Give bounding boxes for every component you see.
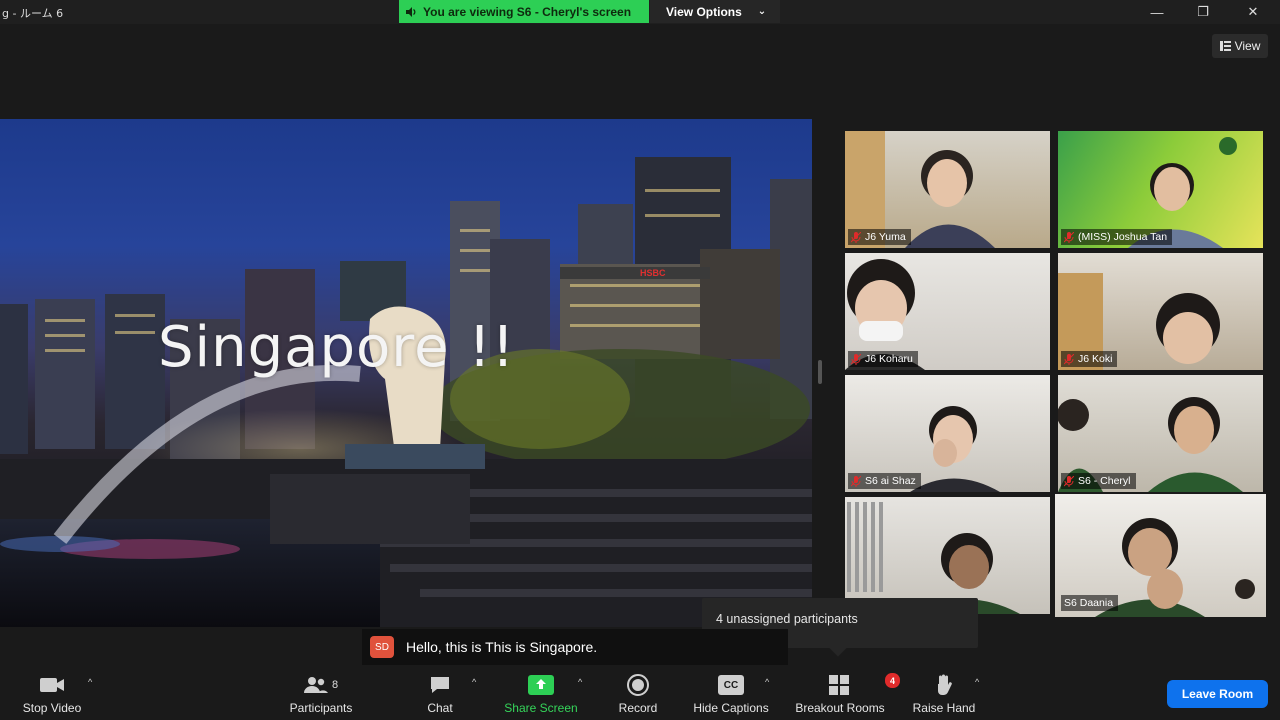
participant-name: S6 Daania [1064,597,1114,609]
participant-name-tag: J6 Yuma [848,229,911,245]
speaker-icon [406,6,416,17]
hsbc-sign: HSBC [640,268,666,278]
slide-title: Singapore !! [158,315,516,380]
participant-name-tag: S6 - Cheryl [1061,473,1136,489]
mic-muted-icon [1064,231,1074,243]
participant-video [847,502,1020,614]
participant-tile[interactable]: S6 ai Shaz [845,375,1050,492]
participant-tile[interactable]: S6 - Cheryl [1058,375,1263,492]
raise-hand-button[interactable]: Raise Hand [908,665,980,720]
participant-name-tag: S6 ai Shaz [848,473,921,489]
video-camera-icon [40,678,64,692]
participants-button[interactable]: 8 Participants [282,665,360,720]
participant-name: J6 Koharu [865,353,913,365]
reactions-options-caret-icon[interactable]: ^ [975,677,979,687]
close-icon: ✕ [1247,4,1259,19]
minimize-icon: — [1150,4,1164,20]
participant-name: J6 Koki [1078,353,1113,365]
tooltip-arrow [829,639,847,657]
view-layout-button[interactable]: View [1212,34,1268,58]
breakout-rooms-button[interactable]: 4 Breakout Rooms [788,665,900,720]
minimize-button[interactable]: — [1142,2,1172,22]
zoom-meeting-window: g - ルーム 6 You are viewing S6 - Cheryl's … [0,0,1280,720]
mic-muted-icon [851,475,861,487]
participant-tile-active-speaker[interactable]: S6 Daania [1055,494,1266,617]
grid-icon [1219,41,1231,51]
chat-options-caret-icon[interactable]: ^ [472,677,476,687]
close-button[interactable]: ✕ [1238,2,1268,22]
chat-icon [431,677,449,693]
unassigned-participants-text: 4 unassigned participants [716,612,858,626]
view-label: View [1234,39,1261,53]
participants-icon [303,677,328,693]
hide-captions-label: Hide Captions [693,701,769,715]
participant-tile[interactable]: J6 Yuma [845,131,1050,248]
raise-hand-label: Raise Hand [912,701,976,715]
captions-options-caret-icon[interactable]: ^ [765,677,769,687]
mic-muted-icon [851,353,861,365]
viewing-banner-text: You are viewing S6 - Cheryl's screen [423,4,632,19]
hide-captions-button[interactable]: CC Hide Captions [686,665,776,720]
window-title: g - ルーム 6 [2,7,64,20]
title-bar: g - ルーム 6 You are viewing S6 - Cheryl's … [0,0,1280,24]
leave-room-button[interactable]: Leave Room [1167,680,1268,708]
participant-name-tag: J6 Koharu [848,351,918,367]
record-button[interactable]: Record [612,665,664,720]
breakout-rooms-badge: 4 [885,673,900,688]
closed-captions-icon: CC [718,675,744,695]
breakout-rooms-icon [829,675,849,695]
video-options-caret-icon[interactable]: ^ [88,677,92,687]
mic-muted-icon [1064,475,1074,487]
participants-count: 8 [331,679,339,691]
restore-icon: ❐ [1197,4,1209,19]
record-icon [627,674,649,696]
chevron-down-icon: ⌄ [757,6,767,17]
participant-name-tag: J6 Koki [1061,351,1118,367]
participant-name-tag: (MISS) Joshua Tan [1061,229,1173,245]
chat-button[interactable]: Chat [418,665,462,720]
caption-speaker-avatar: SD [370,636,394,658]
share-screen-icon [528,675,554,695]
shared-screen: HSBC Singapore !! [0,119,812,627]
restore-button[interactable]: ❐ [1188,2,1218,22]
participant-tile[interactable]: J6 Koki [1058,253,1263,370]
viewing-banner: You are viewing S6 - Cheryl's screen [399,0,649,23]
participants-label: Participants [289,701,353,715]
view-options-button[interactable]: View Options ⌄ [650,0,780,23]
chat-label: Chat [427,701,453,715]
stop-video-button[interactable]: Stop Video [14,665,90,720]
participant-name: (MISS) Joshua Tan [1078,231,1168,243]
raise-hand-icon [938,674,952,695]
share-screen-label: Share Screen [504,701,578,715]
record-label: Record [618,701,658,715]
mic-muted-icon [1064,353,1074,365]
caption-text: Hello, this is This is Singapore. [406,639,598,655]
mic-muted-icon [851,231,861,243]
share-screen-button[interactable]: Share Screen [500,665,582,720]
splitter-handle[interactable] [818,360,822,384]
participant-tile[interactable] [845,497,1050,614]
breakout-rooms-label: Breakout Rooms [795,701,885,715]
participant-name: S6 - Cheryl [1078,475,1131,487]
participant-tile[interactable]: (MISS) Joshua Tan [1058,131,1263,248]
participant-name: S6 ai Shaz [865,475,916,487]
stop-video-label: Stop Video [22,701,82,715]
live-caption: SD Hello, this is This is Singapore. [362,629,788,665]
view-options-label: View Options [666,4,742,19]
meeting-toolbar: Stop Video ^ 8 Participants Chat ^ Share… [0,665,1280,720]
participant-name: J6 Yuma [865,231,906,243]
participant-name-tag: S6 Daania [1061,595,1119,611]
participant-tile[interactable]: J6 Koharu [845,253,1050,370]
share-options-caret-icon[interactable]: ^ [578,677,582,687]
